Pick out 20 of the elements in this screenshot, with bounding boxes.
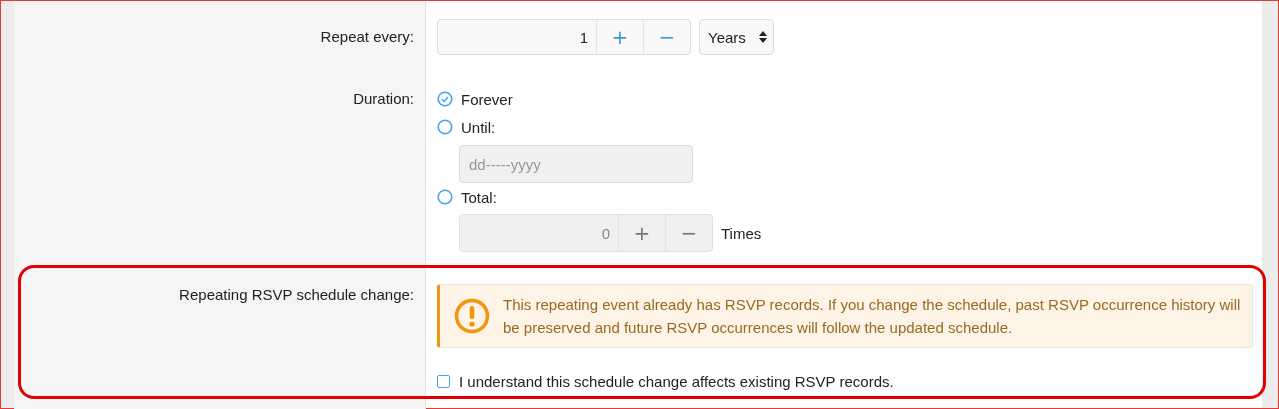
checkbox-label: I understand this schedule change affects existing RSVP records. (459, 372, 894, 390)
decrement-button[interactable]: − (643, 20, 690, 54)
checkbox[interactable] (437, 374, 450, 388)
radio-selected[interactable] (437, 91, 453, 107)
radio-button[interactable] (437, 189, 453, 205)
option-label: Total: (461, 188, 497, 206)
radio-button[interactable] (437, 119, 453, 135)
increment-button[interactable]: + (596, 20, 643, 54)
unit-select[interactable]: Years (699, 19, 774, 55)
option-label: Forever (461, 90, 513, 108)
field-label: Repeating RSVP schedule change: (14, 264, 426, 409)
option-label: Until: (461, 118, 496, 136)
field-label: Duration: (14, 85, 426, 264)
number-field[interactable]: 1 (438, 20, 596, 54)
warning-text: This repeating event already has RSVP records. If you change the schedule, past RSVP occurrence history will be preserved and future RSVP occurrences will follow the updated schedule. (503, 295, 1242, 338)
sort-caret-icon (758, 31, 767, 43)
number-stepper[interactable]: 1 + − (437, 19, 691, 55)
unit-label: Times (721, 224, 762, 242)
field-label: Repeat every: (14, 1, 426, 85)
warning-icon (454, 298, 490, 334)
